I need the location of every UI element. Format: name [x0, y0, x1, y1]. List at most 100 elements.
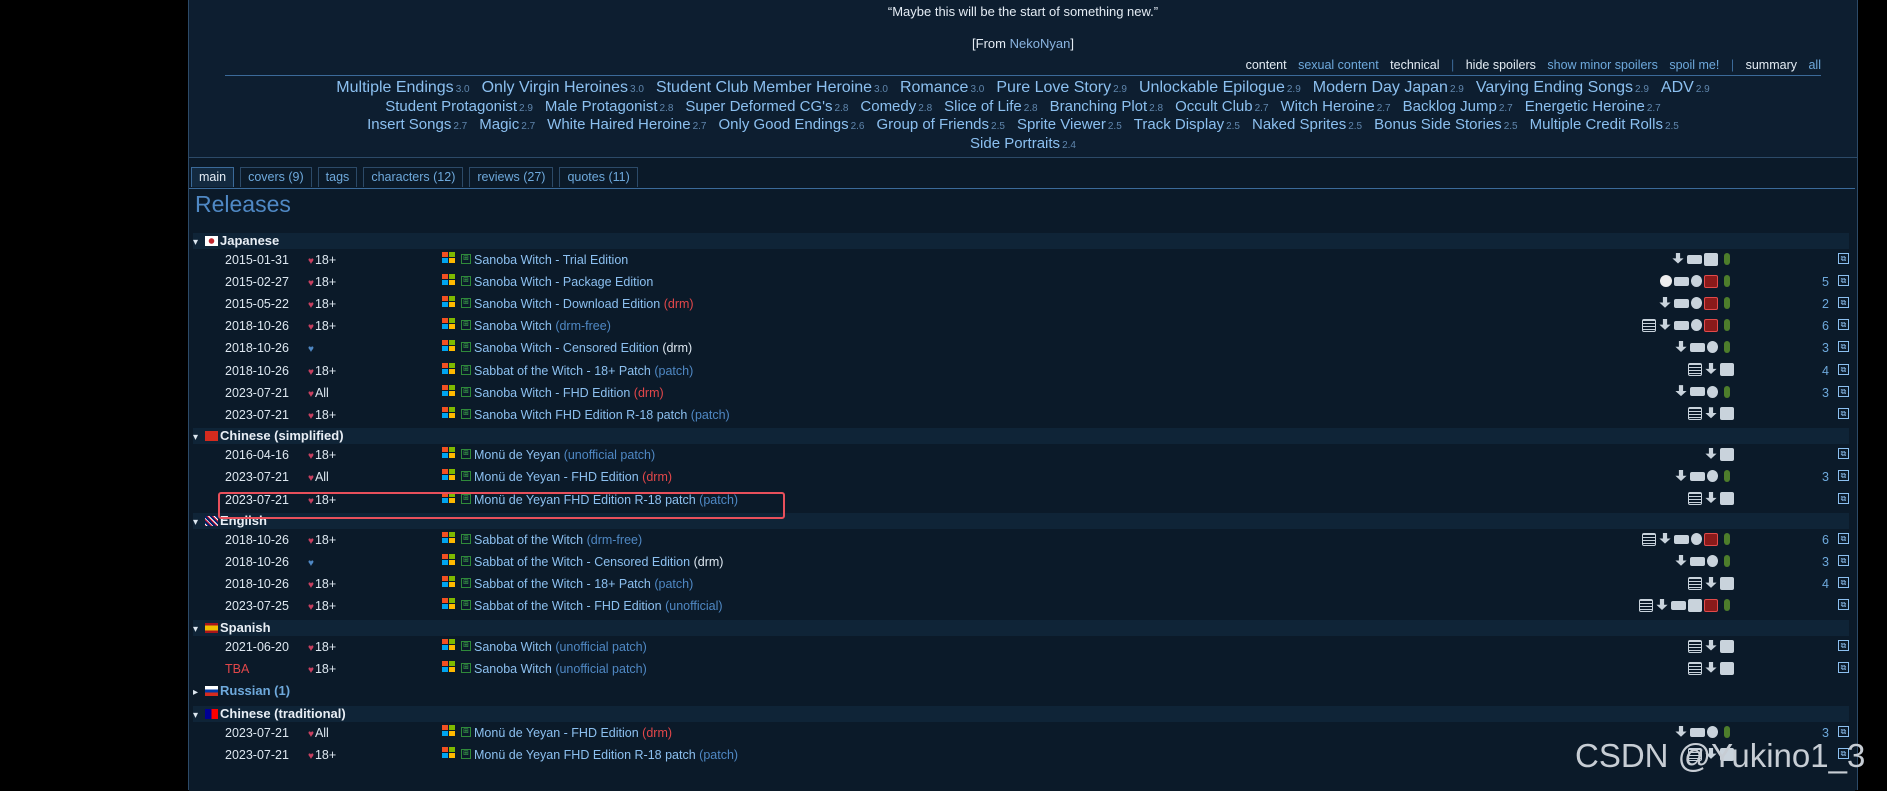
tag-link[interactable]: Only Good Endings 2.6: [718, 116, 864, 133]
language-header[interactable]: ▾ Japanese: [193, 233, 1849, 249]
external-link-icon[interactable]: ⧉: [1838, 275, 1849, 287]
language-name[interactable]: Spanish: [220, 620, 271, 635]
tag-link[interactable]: Pure Love Story 2.9: [996, 79, 1127, 96]
release-title-text[interactable]: Sabbat of the Witch - 18+ Patch: [474, 364, 651, 378]
tag-link[interactable]: ADV 2.9: [1661, 79, 1710, 96]
release-title-text[interactable]: Sanoba Witch - FHD Edition: [474, 386, 630, 400]
tag-name[interactable]: Occult Club: [1175, 98, 1253, 115]
tag-link[interactable]: Backlog Jump 2.7: [1403, 98, 1513, 115]
release-count[interactable]: 6: [1822, 533, 1829, 547]
tag-link[interactable]: Male Protagonist 2.8: [545, 98, 673, 115]
tag-link[interactable]: Branching Plot 2.8: [1050, 98, 1163, 115]
external-link-icon[interactable]: ⧉: [1838, 470, 1849, 482]
release-title[interactable]: Sabbat of the Witch (drm-free): [474, 533, 642, 547]
external-link-icon[interactable]: ⧉: [1838, 533, 1849, 545]
tag-link[interactable]: Occult Club 2.7: [1175, 98, 1268, 115]
tag-link[interactable]: Unlockable Epilogue 2.9: [1139, 79, 1301, 96]
tag-name[interactable]: White Haired Heroine: [547, 116, 690, 133]
tag-link[interactable]: Modern Day Japan 2.9: [1313, 79, 1464, 96]
external-link-icon[interactable]: ⧉: [1838, 297, 1849, 309]
tag-link[interactable]: Sprite Viewer 2.5: [1017, 116, 1122, 133]
tag-link[interactable]: Magic 2.7: [479, 116, 535, 133]
expand-icon[interactable]: ▸: [193, 687, 205, 698]
release-title-text[interactable]: Sabbat of the Witch - FHD Edition: [474, 599, 662, 613]
tag-link[interactable]: Slice of Life 2.8: [944, 98, 1037, 115]
release-title[interactable]: Sanoba Witch - FHD Edition (drm): [474, 386, 664, 400]
tag-name[interactable]: Naked Sprites: [1252, 116, 1346, 133]
external-link-icon[interactable]: ⧉: [1838, 363, 1849, 375]
tag-link[interactable]: Witch Heroine 2.7: [1281, 98, 1391, 115]
external-link-icon[interactable]: ⧉: [1838, 319, 1849, 331]
release-count[interactable]: 4: [1822, 364, 1829, 378]
tag-name[interactable]: Super Deformed CG's: [685, 98, 832, 115]
tag-link[interactable]: Track Display 2.5: [1134, 116, 1240, 133]
tab-characters[interactable]: characters (12): [363, 167, 464, 187]
tag-name[interactable]: Only Good Endings: [718, 116, 848, 133]
tab-reviews[interactable]: reviews (27): [469, 167, 554, 187]
tag-link[interactable]: Naked Sprites 2.5: [1252, 116, 1362, 133]
filter-all[interactable]: all: [1808, 58, 1821, 72]
release-title[interactable]: Monü de Yeyan FHD Edition R-18 patch (pa…: [474, 493, 738, 507]
release-count[interactable]: 5: [1822, 275, 1829, 289]
external-link-icon[interactable]: ⧉: [1838, 599, 1849, 611]
filter-technical[interactable]: technical: [1390, 58, 1439, 72]
tag-name[interactable]: Bonus Side Stories: [1374, 116, 1502, 133]
release-title[interactable]: Sanoba Witch (unofficial patch): [474, 640, 647, 654]
release-title[interactable]: Sanoba Witch (unofficial patch): [474, 662, 647, 676]
tag-name[interactable]: Multiple Credit Rolls: [1530, 116, 1663, 133]
release-title-text[interactable]: Monü de Yeyan - FHD Edition: [474, 726, 639, 740]
tag-name[interactable]: Slice of Life: [944, 98, 1022, 115]
collapse-icon[interactable]: ▾: [193, 710, 205, 721]
release-title-text[interactable]: Sanoba Witch: [474, 662, 552, 676]
tag-link[interactable]: Bonus Side Stories 2.5: [1374, 116, 1517, 133]
tag-name[interactable]: Only Virgin Heroines: [482, 79, 628, 96]
collapse-icon[interactable]: ▾: [193, 432, 205, 443]
language-header[interactable]: ▾ Chinese (traditional): [193, 706, 1849, 723]
release-title-text[interactable]: Sanoba Witch - Download Edition: [474, 297, 660, 311]
tag-name[interactable]: Comedy: [860, 98, 916, 115]
release-title-text[interactable]: Monü de Yeyan - FHD Edition: [474, 470, 639, 484]
release-count[interactable]: 2: [1822, 297, 1829, 311]
release-title-text[interactable]: Monü de Yeyan: [474, 448, 560, 462]
release-title[interactable]: Sanoba Witch (drm-free): [474, 319, 611, 333]
language-header[interactable]: ▾ Spanish: [193, 620, 1849, 636]
release-title-text[interactable]: Sabbat of the Witch - 18+ Patch: [474, 577, 651, 591]
tag-link[interactable]: Varying Ending Songs 2.9: [1476, 79, 1649, 96]
tag-name[interactable]: Branching Plot: [1050, 98, 1148, 115]
language-name[interactable]: Chinese (simplified): [220, 428, 344, 443]
external-link-icon[interactable]: ⧉: [1838, 577, 1849, 589]
tag-link[interactable]: Side Portraits 2.4: [970, 135, 1076, 152]
release-title[interactable]: Sabbat of the Witch - 18+ Patch (patch): [474, 364, 693, 378]
tag-link[interactable]: Only Virgin Heroines 3.0: [482, 79, 644, 96]
tag-name[interactable]: ADV: [1661, 79, 1694, 96]
tag-link[interactable]: Romance 3.0: [900, 79, 984, 96]
external-link-icon[interactable]: ⧉: [1838, 407, 1849, 419]
tag-name[interactable]: Male Protagonist: [545, 98, 658, 115]
tab-tags[interactable]: tags: [317, 167, 358, 187]
filter-sexual-content[interactable]: sexual content: [1298, 58, 1379, 72]
tag-name[interactable]: Student Club Member Heroine: [656, 79, 872, 96]
language-header[interactable]: ▸ Russian (1): [193, 683, 1849, 699]
release-title[interactable]: Sanoba Witch - Trial Edition: [474, 253, 628, 267]
release-title[interactable]: Sanoba Witch - Censored Edition (drm): [474, 341, 692, 355]
external-link-icon[interactable]: ⧉: [1838, 253, 1849, 264]
external-link-icon[interactable]: ⧉: [1838, 385, 1849, 397]
tag-name[interactable]: Unlockable Epilogue: [1139, 79, 1285, 96]
tag-link[interactable]: Group of Friends 2.5: [876, 116, 1004, 133]
external-link-icon[interactable]: ⧉: [1838, 726, 1849, 738]
tag-link[interactable]: Comedy 2.8: [860, 98, 932, 115]
tag-name[interactable]: Side Portraits: [970, 135, 1060, 152]
release-title[interactable]: Monü de Yeyan (unofficial patch): [474, 448, 655, 462]
external-link-icon[interactable]: ⧉: [1838, 492, 1849, 504]
tab-main[interactable]: main: [191, 167, 235, 187]
release-title-text[interactable]: Sanoba Witch: [474, 319, 552, 333]
release-title-text[interactable]: Sanoba Witch: [474, 640, 552, 654]
tag-name[interactable]: Sprite Viewer: [1017, 116, 1106, 133]
external-link-icon[interactable]: ⧉: [1838, 448, 1849, 460]
language-header[interactable]: ▾ Chinese (simplified): [193, 428, 1849, 445]
release-title-text[interactable]: Sabbat of the Witch - Censored Edition: [474, 555, 690, 569]
tag-name[interactable]: Multiple Endings: [336, 79, 453, 96]
release-title-text[interactable]: Sanoba Witch FHD Edition R-18 patch: [474, 408, 687, 422]
tag-name[interactable]: Romance: [900, 79, 968, 96]
tag-name[interactable]: Backlog Jump: [1403, 98, 1497, 115]
